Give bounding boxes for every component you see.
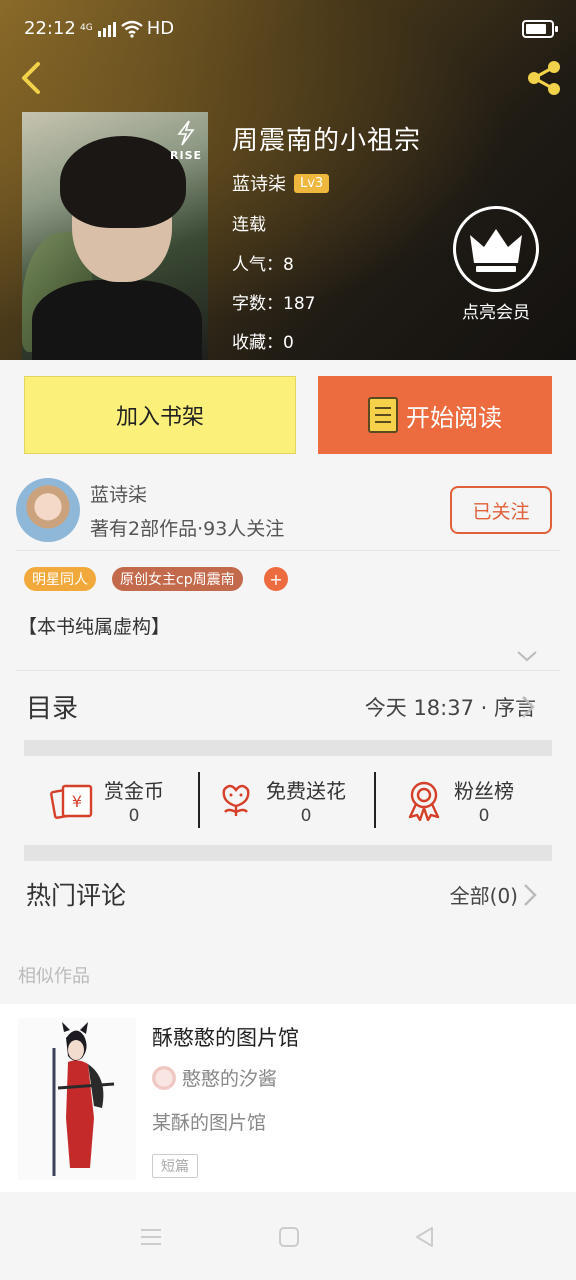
similar-work-tag: 短篇 — [152, 1154, 198, 1178]
wifi-icon — [120, 20, 143, 38]
hot-comments-label: 热门评论 — [26, 881, 127, 910]
book-author[interactable]: 蓝诗柒 — [232, 170, 286, 196]
similar-work-description: 某酥的图片馆 — [152, 1112, 267, 1134]
svg-text:¥: ¥ — [72, 792, 82, 811]
back-nav-button[interactable] — [412, 1224, 438, 1250]
book-status: 连载 — [232, 215, 266, 235]
follow-label: 已关注 — [472, 500, 530, 523]
fan-ranking-label: 粉丝榜 — [454, 778, 514, 803]
chevron-right-icon — [524, 884, 537, 906]
author-level-badge: Lv3 — [294, 173, 330, 193]
book-favorites: 收藏：0 — [232, 333, 294, 353]
tag-star-fanfic[interactable]: 明星同人 — [24, 567, 96, 591]
similar-work-title: 酥憨憨的图片馆 — [152, 1026, 299, 1050]
expand-synopsis-button[interactable] — [516, 646, 538, 666]
send-flowers-value: 0 — [300, 805, 312, 826]
fan-ranking-button[interactable]: 粉丝榜 0 — [404, 770, 514, 830]
table-of-contents-label[interactable]: 目录 — [26, 688, 78, 725]
vip-label: 点亮会员 — [462, 303, 530, 323]
cover-figure-body — [32, 280, 202, 360]
vip-button[interactable]: 点亮会员 — [448, 206, 544, 323]
status-bar: 22:12 4G HD — [0, 0, 576, 58]
vip-badge — [453, 206, 539, 292]
home-button[interactable] — [276, 1224, 302, 1250]
chevron-down-icon — [517, 651, 537, 662]
status-time: 22:12 — [24, 18, 76, 39]
similar-work-author-row: 憨憨的汐酱 — [152, 1064, 277, 1091]
send-flowers-label: 免费送花 — [266, 778, 346, 803]
add-tag-button[interactable]: + — [264, 567, 288, 591]
network-type: 4G — [80, 23, 93, 33]
similar-work-author: 憨憨的汐酱 — [182, 1068, 278, 1090]
flower-icon — [222, 784, 250, 816]
book-cover[interactable]: RISE — [22, 112, 208, 360]
square-icon — [279, 1227, 299, 1247]
similar-author-avatar — [152, 1065, 176, 1090]
bolt-logo-icon — [177, 120, 195, 146]
tag-original-heroine[interactable]: 原创女主cp周震南 — [112, 567, 243, 591]
stat-separator — [198, 772, 200, 828]
book-popularity: 人气：8 — [232, 255, 294, 275]
book-title: 周震南的小祖宗 — [232, 126, 422, 156]
cover-brand-logo: RISE — [170, 120, 202, 162]
status-network: 4G HD — [80, 18, 174, 39]
fan-ranking-value: 0 — [478, 805, 490, 826]
follow-button[interactable]: 已关注 — [450, 486, 552, 534]
similar-cover-illustration — [52, 1022, 115, 1176]
cover-figure-hair — [60, 136, 186, 228]
share-icon — [528, 61, 560, 95]
section-separator — [24, 845, 552, 861]
cell-signal-icon — [97, 21, 116, 37]
stat-separator — [374, 772, 376, 828]
book-author-row: 蓝诗柒 Lv3 — [232, 170, 330, 196]
divider — [16, 550, 560, 551]
send-flowers-button[interactable]: 免费送花 0 — [216, 770, 346, 830]
share-button[interactable] — [522, 56, 566, 100]
start-reading-label: 开始阅读 — [406, 403, 502, 432]
divider — [16, 670, 560, 671]
menu-button[interactable] — [138, 1224, 164, 1250]
latest-chapter[interactable]: 今天 18:37 · 序言 — [365, 692, 536, 722]
book-synopsis: 【本书纯属虚构】 — [18, 616, 171, 638]
author-name[interactable]: 蓝诗柒 — [90, 480, 147, 507]
back-button[interactable] — [14, 58, 54, 98]
reward-coins-label: 赏金币 — [104, 778, 164, 803]
author-stats: 著有2部作品·93人关注 — [90, 518, 285, 540]
menu-icon — [141, 1229, 161, 1245]
triangle-back-icon — [416, 1227, 433, 1247]
book-icon — [368, 397, 398, 433]
reward-coins-button[interactable]: ¥ 赏金币 0 — [50, 770, 164, 830]
add-to-shelf-label: 加入书架 — [115, 405, 204, 430]
chevron-left-icon — [22, 62, 40, 94]
reward-coins-value: 0 — [128, 805, 140, 826]
ribbon-badge-icon — [408, 781, 440, 821]
crown-icon — [470, 229, 522, 272]
all-comments-chevron[interactable] — [522, 882, 538, 908]
similar-work-item[interactable]: 酥憨憨的图片馆 憨憨的汐酱 某酥的图片馆 短篇 — [0, 1004, 576, 1192]
section-separator — [24, 740, 552, 756]
start-reading-button[interactable]: 开始阅读 — [318, 376, 552, 454]
hd-indicator: HD — [146, 18, 175, 39]
chevron-right-icon — [522, 696, 535, 718]
toc-chevron-button[interactable] — [520, 694, 536, 720]
battery-icon — [522, 20, 558, 38]
red-envelope-icon: ¥ — [50, 784, 93, 819]
similar-work-cover — [18, 1018, 136, 1180]
cover-brand-text: RISE — [170, 149, 202, 162]
similar-works-label: 相似作品 — [18, 966, 90, 987]
add-to-shelf-button[interactable]: 加入书架 — [24, 376, 296, 454]
system-nav-bar — [0, 1196, 576, 1280]
book-word-count: 字数：187 — [232, 294, 316, 314]
author-avatar[interactable] — [16, 478, 80, 542]
all-comments-link[interactable]: 全部(0) — [450, 880, 518, 909]
